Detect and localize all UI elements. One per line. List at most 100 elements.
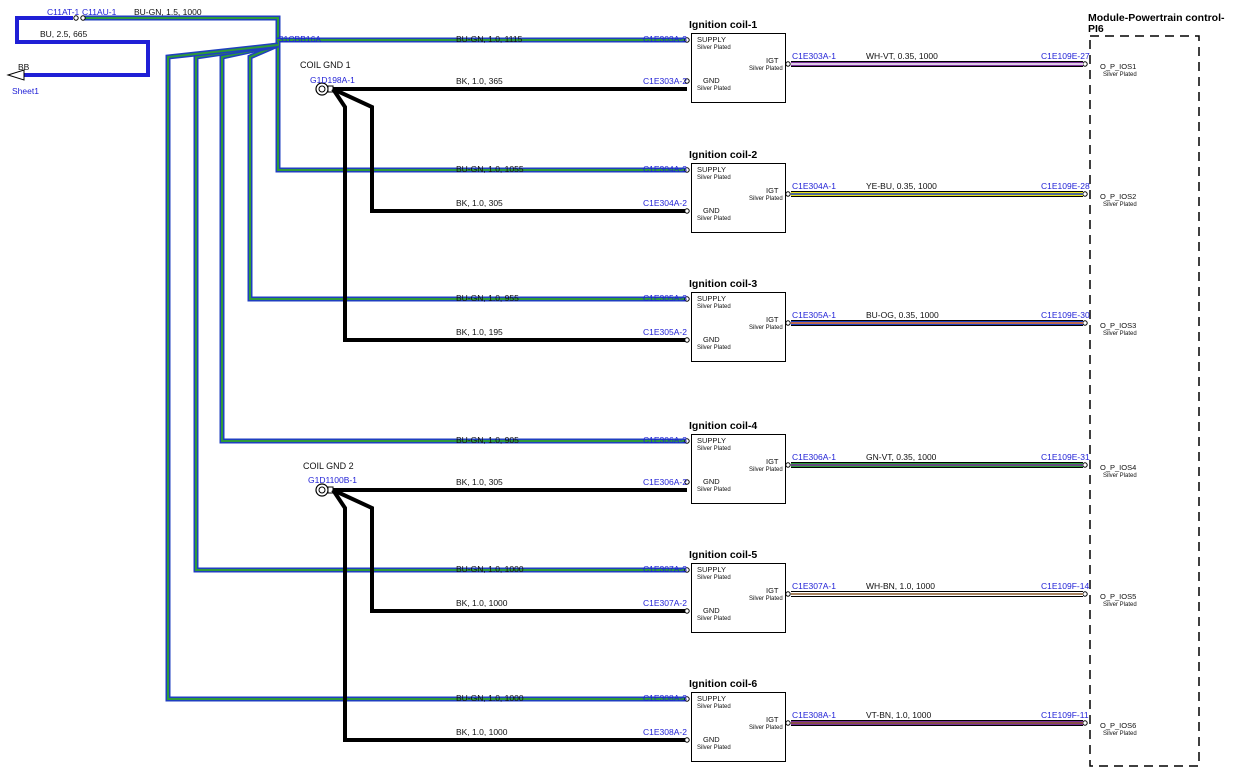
pin-gnd: GND bbox=[703, 735, 720, 744]
pin-dot bbox=[684, 337, 690, 343]
igt-connector[interactable]: C1E303A-1 bbox=[792, 52, 836, 61]
splice-label[interactable]: S1CBB16A bbox=[278, 35, 321, 44]
supply-wire-label: BU-GN, 1.0, 1000 bbox=[456, 693, 524, 703]
igt-connector[interactable]: C1E307A-1 bbox=[792, 582, 836, 591]
plating-label: Silver Plated bbox=[1103, 202, 1137, 208]
supply-connector[interactable]: C1E307A-3 bbox=[643, 565, 687, 574]
pin-gnd: GND bbox=[703, 335, 720, 344]
wire-label-loop: BU, 2.5, 665 bbox=[40, 29, 88, 39]
ecm-connector[interactable]: C1E109F-14 bbox=[1041, 582, 1089, 591]
signal-wire-label: GN-VT, 0.35, 1000 bbox=[866, 452, 937, 462]
coil-title: Ignition coil-5 bbox=[689, 549, 758, 561]
pin-dot bbox=[1082, 591, 1088, 597]
pin-dot bbox=[1082, 720, 1088, 726]
ground-connector-1[interactable]: G1D198A-1 bbox=[310, 76, 355, 85]
igt-connector[interactable]: C1E304A-1 bbox=[792, 182, 836, 191]
pin-dot bbox=[1082, 320, 1088, 326]
supply-connector[interactable]: C1E306A-3 bbox=[643, 436, 687, 445]
plating-label: Silver Plated bbox=[697, 575, 731, 581]
ground-wire-label: BK, 1.0, 1000 bbox=[456, 598, 508, 608]
supply-connector[interactable]: C1E308A-3 bbox=[643, 694, 687, 703]
igt-connector[interactable]: C1E308A-1 bbox=[792, 711, 836, 720]
plating-label: Silver Plated bbox=[1103, 72, 1137, 78]
ecm-connector[interactable]: C1E109E-31 bbox=[1041, 453, 1090, 462]
coil-title: Ignition coil-6 bbox=[689, 678, 758, 690]
coil-title: Ignition coil-4 bbox=[689, 420, 758, 432]
plating-label: Silver Plated bbox=[1103, 331, 1137, 337]
module-title-line2: PI6 bbox=[1088, 23, 1104, 35]
ground-connector[interactable]: C1E303A-2 bbox=[643, 77, 687, 86]
pin-dot bbox=[785, 591, 791, 597]
supply-wire-label: BU-GN, 1.0, 905 bbox=[456, 435, 519, 445]
pin-dot bbox=[785, 191, 791, 197]
wire-supply-4-core bbox=[221, 44, 687, 442]
connector-c11au[interactable]: C11AU-1 bbox=[82, 8, 116, 17]
ground-wire-label: BK, 1.0, 1000 bbox=[456, 727, 508, 737]
module-outline bbox=[1089, 35, 1200, 767]
plating-label: Silver Plated bbox=[697, 86, 731, 92]
coil-title: Ignition coil-3 bbox=[689, 278, 758, 290]
bb-label: BB bbox=[18, 62, 30, 72]
igt-connector[interactable]: C1E306A-1 bbox=[792, 453, 836, 462]
supply-connector[interactable]: C1E303A-3 bbox=[643, 35, 687, 44]
supply-wire-label: BU-GN, 1.0, 1000 bbox=[456, 564, 524, 574]
ecm-pin-label: O_P_IOS3 bbox=[1100, 321, 1137, 330]
ground-connector[interactable]: C1E304A-2 bbox=[643, 199, 687, 208]
pin-igt: IGT bbox=[766, 586, 779, 595]
plating-label: Silver Plated bbox=[749, 325, 783, 331]
pin-igt: IGT bbox=[766, 186, 779, 195]
signal-wire-label: YE-BU, 0.35, 1000 bbox=[866, 181, 937, 191]
ground-connector[interactable]: C1E305A-2 bbox=[643, 328, 687, 337]
plating-label: Silver Plated bbox=[749, 467, 783, 473]
ecm-connector[interactable]: C1E109E-28 bbox=[1041, 182, 1090, 191]
ground-symbol-icon bbox=[315, 483, 329, 497]
plating-label: Silver Plated bbox=[1103, 602, 1137, 608]
pin-supply: SUPPLY bbox=[697, 565, 727, 574]
supply-wire-label: BU-GN, 1.0, 1055 bbox=[456, 164, 524, 174]
plating-label: Silver Plated bbox=[697, 345, 731, 351]
pin-gnd: GND bbox=[703, 206, 720, 215]
sheet-link[interactable]: Sheet1 bbox=[12, 87, 39, 96]
plating-label: Silver Plated bbox=[749, 196, 783, 202]
pin-igt: IGT bbox=[766, 457, 779, 466]
plating-label: Silver Plated bbox=[1103, 473, 1137, 479]
pin-igt: IGT bbox=[766, 715, 779, 724]
ecm-pin-label: O_P_IOS2 bbox=[1100, 192, 1137, 201]
pin-supply: SUPPLY bbox=[697, 294, 727, 303]
plating-label: Silver Plated bbox=[697, 175, 731, 181]
wire-ground-5 bbox=[332, 488, 687, 613]
ground-wire-label: BK, 1.0, 195 bbox=[456, 327, 503, 337]
pin-supply: SUPPLY bbox=[697, 694, 727, 703]
ground-connector[interactable]: C1E308A-2 bbox=[643, 728, 687, 737]
wire-bu-loop bbox=[15, 16, 150, 77]
pin-gnd: GND bbox=[703, 606, 720, 615]
pin-igt: IGT bbox=[766, 315, 779, 324]
pin-dot bbox=[785, 720, 791, 726]
ground-connector[interactable]: C1E307A-2 bbox=[643, 599, 687, 608]
connector-c11at[interactable]: C11AT-1 bbox=[47, 8, 79, 17]
wires-layer bbox=[6, 15, 1200, 767]
ground-connector[interactable]: C1E306A-2 bbox=[643, 478, 687, 487]
plating-label: Silver Plated bbox=[697, 45, 731, 51]
plating-label: Silver Plated bbox=[697, 216, 731, 222]
plating-label: Silver Plated bbox=[1103, 731, 1137, 737]
supply-connector[interactable]: C1E304A-3 bbox=[643, 165, 687, 174]
pin-supply: SUPPLY bbox=[697, 436, 727, 445]
ecm-connector[interactable]: C1E109E-27 bbox=[1041, 52, 1090, 61]
ground-wire-label: BK, 1.0, 305 bbox=[456, 477, 503, 487]
ground-title-2: COIL GND 2 bbox=[303, 461, 354, 471]
signal-wire-label: WH-VT, 0.35, 1000 bbox=[866, 51, 938, 61]
ecm-connector[interactable]: C1E109F-11 bbox=[1041, 711, 1089, 720]
plating-label: Silver Plated bbox=[749, 596, 783, 602]
plating-label: Silver Plated bbox=[697, 616, 731, 622]
ground-connector-2[interactable]: G1D1100B-1 bbox=[308, 476, 357, 485]
supply-connector[interactable]: C1E305A-3 bbox=[643, 294, 687, 303]
pin-gnd: GND bbox=[703, 477, 720, 486]
plating-label: Silver Plated bbox=[749, 725, 783, 731]
plating-label: Silver Plated bbox=[697, 487, 731, 493]
pin-igt: IGT bbox=[766, 56, 779, 65]
igt-connector[interactable]: C1E305A-1 bbox=[792, 311, 836, 320]
wire-supply-4 bbox=[219, 42, 687, 444]
ecm-connector[interactable]: C1E109E-30 bbox=[1041, 311, 1090, 320]
pin-dot bbox=[785, 462, 791, 468]
